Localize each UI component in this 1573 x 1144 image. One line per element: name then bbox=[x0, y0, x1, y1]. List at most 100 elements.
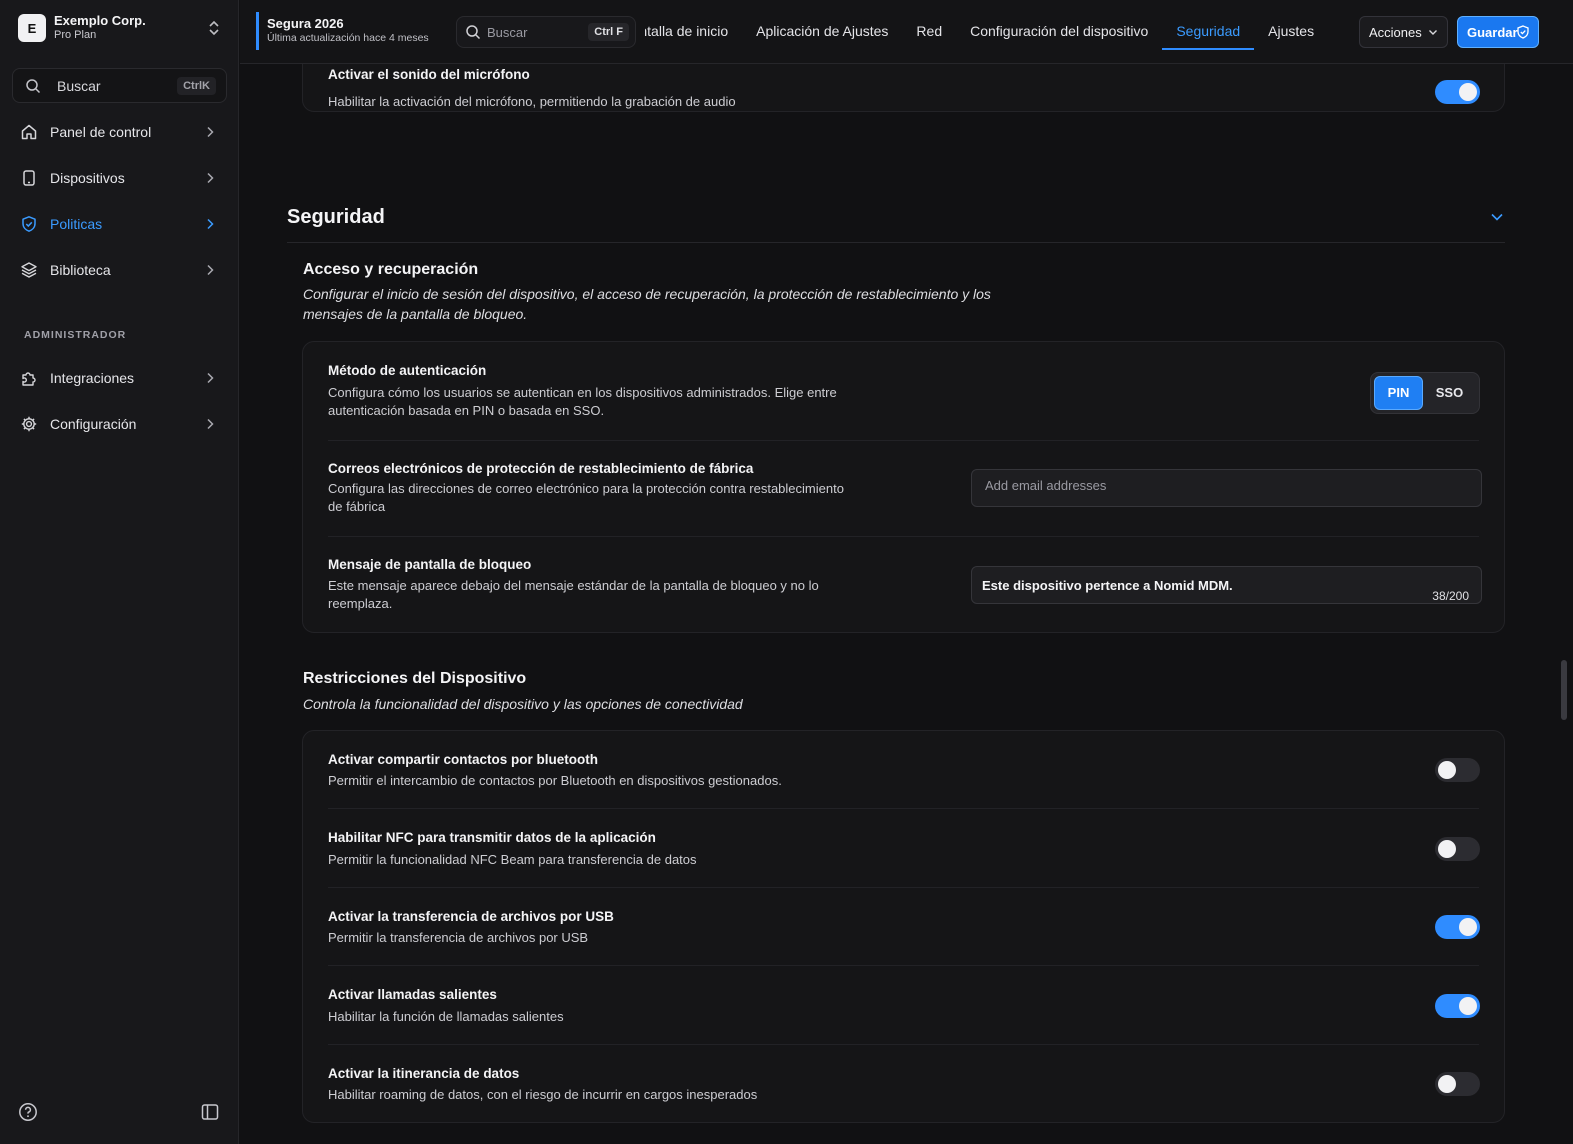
auth-method-title: Método de autenticación bbox=[328, 363, 487, 378]
tab-ajustes[interactable]: Ajustes bbox=[1254, 0, 1328, 64]
frp-desc-1: Configura las direcciones de correo elec… bbox=[328, 481, 844, 496]
lock-message-counter: 38/200 bbox=[1432, 589, 1469, 603]
bluetooth-contacts-toggle[interactable] bbox=[1435, 758, 1480, 782]
auth-option-sso[interactable]: SSO bbox=[1425, 376, 1474, 410]
puzzle-icon bbox=[22, 372, 36, 386]
microphone-desc: Habilitar la activación del micrófono, p… bbox=[328, 94, 736, 109]
org-name: Exemplo Corp. bbox=[54, 13, 146, 28]
access-desc-2: mensajes de la pantalla de bloqueo. bbox=[303, 306, 528, 322]
sidebar-item-label: Panel de control bbox=[50, 124, 152, 140]
sidebar-toggle-icon[interactable] bbox=[200, 1102, 220, 1122]
data-roaming-desc: Habilitar roaming de datos, con el riesg… bbox=[328, 1087, 758, 1102]
restrictions-title: Restricciones del Dispositivo bbox=[303, 670, 527, 687]
lock-message-desc-1: Este mensaje aparece debajo del mensaje … bbox=[328, 578, 819, 593]
section-tabs: Restricciones y pantalla de inicio Aplic… bbox=[645, 0, 1350, 64]
chevron-down-icon[interactable] bbox=[1490, 212, 1504, 222]
search-icon bbox=[26, 78, 41, 93]
shield-check-icon bbox=[1517, 25, 1529, 39]
policy-search-placeholder: Buscar bbox=[487, 24, 528, 40]
row-divider bbox=[328, 808, 1479, 809]
shield-icon bbox=[22, 216, 36, 232]
help-icon[interactable] bbox=[18, 1102, 38, 1122]
usb-transfer-desc: Permitir la transferencia de archivos po… bbox=[328, 930, 589, 945]
sidebar-item-label: Politicas bbox=[50, 216, 103, 232]
row-divider bbox=[328, 887, 1479, 888]
data-roaming-title: Activar la itinerancia de datos bbox=[328, 1066, 520, 1081]
layers-icon bbox=[21, 262, 37, 278]
topbar: Segura 2026 Última actualización hace 4 … bbox=[240, 0, 1573, 64]
data-roaming-toggle[interactable] bbox=[1435, 1072, 1480, 1096]
policy-name: Segura 2026 bbox=[267, 16, 344, 31]
actions-label: Acciones bbox=[1369, 24, 1422, 40]
tab-seguridad[interactable]: Seguridad bbox=[1162, 0, 1254, 64]
org-switcher[interactable]: E Exemplo Corp. Pro Plan bbox=[12, 8, 227, 48]
nfc-beam-toggle[interactable] bbox=[1435, 837, 1480, 861]
frp-desc-2: de fábrica bbox=[328, 499, 386, 514]
sidebar-item-label: Dispositivos bbox=[50, 170, 125, 186]
chevron-right-icon bbox=[207, 372, 214, 384]
row-divider bbox=[328, 440, 1479, 441]
save-button[interactable]: Guardar bbox=[1457, 16, 1539, 48]
auth-option-pin[interactable]: PIN bbox=[1374, 376, 1423, 410]
sidebar-search-shortcut: CtrlK bbox=[177, 76, 216, 95]
usb-transfer-title: Activar la transferencia de archivos por… bbox=[328, 909, 614, 924]
row-divider bbox=[328, 536, 1479, 537]
lock-message-value: Este dispositivo pertence a Nomid MDM. bbox=[982, 578, 1233, 593]
sidebar-item-politicas[interactable]: Politicas bbox=[12, 206, 227, 242]
outgoing-calls-desc: Habilitar la función de llamadas salient… bbox=[328, 1009, 564, 1024]
frp-email-input[interactable]: Add email addresses bbox=[971, 469, 1482, 507]
actions-button[interactable]: Acciones bbox=[1359, 16, 1448, 48]
lock-message-input[interactable]: Este dispositivo pertence a Nomid MDM. 3… bbox=[971, 566, 1482, 604]
policy-content: Activar el sonido del micrófono Habilita… bbox=[240, 64, 1573, 1144]
chevron-right-icon bbox=[207, 126, 214, 138]
nfc-beam-title: Habilitar NFC para transmitir datos de l… bbox=[328, 830, 656, 845]
tab-red[interactable]: Red bbox=[902, 0, 956, 64]
sidebar-item-dispositivos[interactable]: Dispositivos bbox=[12, 160, 227, 196]
policy-search-input[interactable]: Buscar Ctrl F bbox=[456, 16, 636, 48]
lock-message-desc-2: reemplaza. bbox=[328, 596, 393, 611]
gear-icon bbox=[21, 416, 37, 432]
sidebar-item-label: Configuración bbox=[50, 416, 137, 432]
access-desc-1: Configurar el inicio de sesión del dispo… bbox=[303, 286, 991, 302]
sidebar-item-configuracion[interactable]: Configuración bbox=[12, 406, 227, 442]
tab-restricciones[interactable]: Restricciones y pantalla de inicio bbox=[645, 0, 742, 64]
chevron-up-down-icon[interactable] bbox=[207, 20, 221, 36]
section-title: Seguridad bbox=[287, 206, 385, 228]
sidebar-item-label: Biblioteca bbox=[50, 262, 111, 278]
org-plan: Pro Plan bbox=[54, 29, 97, 41]
tab-aplicacion-ajustes[interactable]: Aplicación de Ajustes bbox=[742, 0, 902, 64]
admin-section-label: ADMINISTRADOR bbox=[24, 329, 127, 341]
content-scrollbar[interactable] bbox=[1561, 660, 1567, 720]
usb-transfer-toggle[interactable] bbox=[1435, 915, 1480, 939]
sidebar: E Exemplo Corp. Pro Plan Buscar CtrlK Pa… bbox=[0, 0, 239, 1144]
policy-updated: Última actualización hace 4 meses bbox=[267, 32, 429, 44]
policy-identity: Segura 2026 Última actualización hace 4 … bbox=[256, 12, 429, 50]
restrictions-card: Activar compartir contactos por bluetoot… bbox=[302, 730, 1505, 1123]
outgoing-calls-title: Activar llamadas salientes bbox=[328, 987, 497, 1002]
search-icon bbox=[466, 25, 481, 40]
policy-search-shortcut: Ctrl F bbox=[588, 23, 629, 41]
access-card: Método de autenticación Configura cómo l… bbox=[302, 341, 1505, 633]
chevron-down-icon bbox=[1429, 30, 1437, 35]
row-divider bbox=[328, 965, 1479, 966]
access-title: Acceso y recuperación bbox=[303, 261, 479, 278]
nfc-beam-desc: Permitir la funcionalidad NFC Beam para … bbox=[328, 852, 697, 867]
home-icon bbox=[21, 124, 37, 140]
chevron-right-icon bbox=[207, 264, 214, 276]
microphone-toggle[interactable] bbox=[1435, 80, 1480, 104]
restrictions-desc: Controla la funcionalidad del dispositiv… bbox=[303, 696, 743, 712]
auth-method-segmented: PIN SSO bbox=[1370, 372, 1480, 414]
auth-method-desc-1: Configura cómo los usuarios se autentica… bbox=[328, 385, 837, 400]
outgoing-calls-toggle[interactable] bbox=[1435, 994, 1480, 1018]
tab-configuracion-dispositivo[interactable]: Configuración del dispositivo bbox=[956, 0, 1162, 64]
row-divider bbox=[328, 1044, 1479, 1045]
frp-email-placeholder: Add email addresses bbox=[985, 478, 1107, 493]
sidebar-item-integraciones[interactable]: Integraciones bbox=[12, 360, 227, 396]
chevron-right-icon bbox=[207, 418, 214, 430]
sidebar-item-label: Integraciones bbox=[50, 370, 135, 386]
sidebar-item-panel-de-control[interactable]: Panel de control bbox=[12, 114, 227, 150]
chevron-right-icon bbox=[207, 172, 214, 184]
lock-message-title: Mensaje de pantalla de bloqueo bbox=[328, 557, 532, 572]
sidebar-item-biblioteca[interactable]: Biblioteca bbox=[12, 252, 227, 288]
sidebar-search[interactable]: Buscar CtrlK bbox=[12, 68, 227, 103]
